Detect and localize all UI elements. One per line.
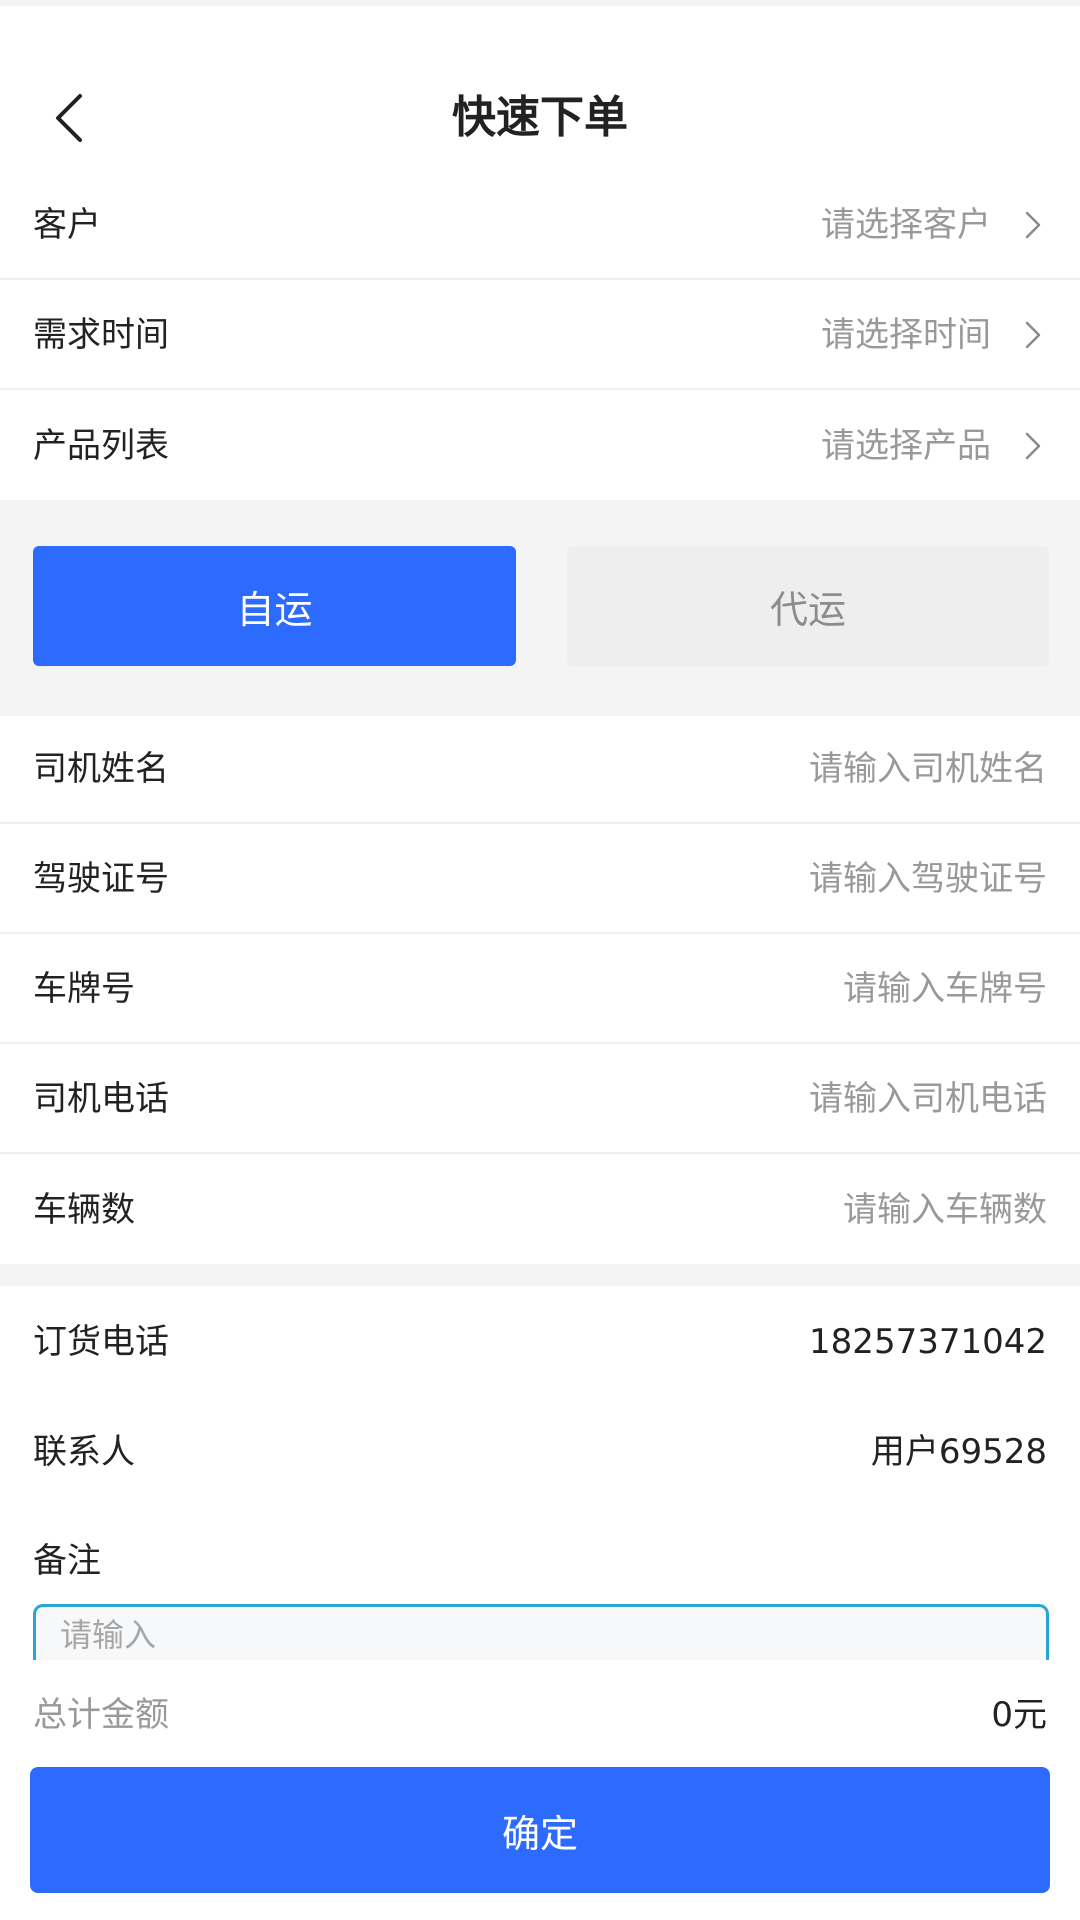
total-amount-label: 总计金额	[33, 1695, 169, 1735]
order-phone-value: 18257371042	[809, 1322, 1047, 1362]
order-phone-row: 订货电话 18257371042	[0, 1288, 1080, 1396]
plate-no-label: 车牌号	[33, 969, 135, 1009]
demand-time-value: 请选择时间	[821, 315, 991, 355]
plate-no-input[interactable]	[487, 969, 1047, 1009]
driver-phone-input[interactable]	[487, 1079, 1047, 1119]
remark-input[interactable]	[60, 1615, 1022, 1663]
driver-phone-row: 司机电话	[0, 1046, 1080, 1154]
demand-time-label: 需求时间	[33, 315, 169, 355]
vehicle-count-input[interactable]	[487, 1190, 1047, 1230]
self-transport-button[interactable]: 自运	[33, 546, 516, 666]
demand-time-row[interactable]: 需求时间 请选择时间	[0, 282, 1080, 390]
customer-value: 请选择客户	[821, 205, 991, 245]
customer-label: 客户	[33, 205, 101, 245]
order-footer: 总计金额 0元 确定	[0, 1660, 1080, 1920]
chevron-right-icon	[1019, 428, 1047, 464]
contact-person-value: 用户69528	[870, 1432, 1047, 1472]
remark-label: 备注	[33, 1541, 101, 1581]
plate-no-row: 车牌号	[0, 936, 1080, 1044]
contact-person-label: 联系人	[33, 1432, 135, 1472]
app-header: 快速下单	[0, 0, 1080, 180]
driver-name-row: 司机姓名	[0, 716, 1080, 824]
license-no-row: 驾驶证号	[0, 826, 1080, 934]
chevron-right-icon	[1019, 317, 1047, 353]
contact-person-row: 联系人 用户69528	[0, 1398, 1080, 1506]
license-no-label: 驾驶证号	[33, 859, 169, 899]
license-no-input[interactable]	[487, 859, 1047, 899]
driver-name-input[interactable]	[487, 749, 1047, 789]
remark-field	[33, 1604, 1049, 1663]
agent-transport-button[interactable]: 代运	[567, 546, 1049, 666]
section-divider	[0, 1264, 1080, 1286]
chevron-right-icon	[1019, 207, 1047, 243]
customer-row[interactable]: 客户 请选择客户	[0, 172, 1080, 280]
product-list-value: 请选择产品	[821, 426, 991, 466]
driver-phone-label: 司机电话	[33, 1079, 169, 1119]
confirm-button[interactable]: 确定	[30, 1767, 1050, 1893]
vehicle-count-row: 车辆数	[0, 1156, 1080, 1264]
driver-name-label: 司机姓名	[33, 749, 169, 789]
page-title: 快速下单	[452, 92, 628, 143]
total-amount-value: 0元	[991, 1695, 1047, 1735]
product-list-label: 产品列表	[33, 426, 169, 466]
vehicle-count-label: 车辆数	[33, 1190, 135, 1230]
order-phone-label: 订货电话	[33, 1322, 169, 1362]
status-bar	[0, 0, 1080, 6]
product-list-row[interactable]: 产品列表 请选择产品	[0, 392, 1080, 500]
